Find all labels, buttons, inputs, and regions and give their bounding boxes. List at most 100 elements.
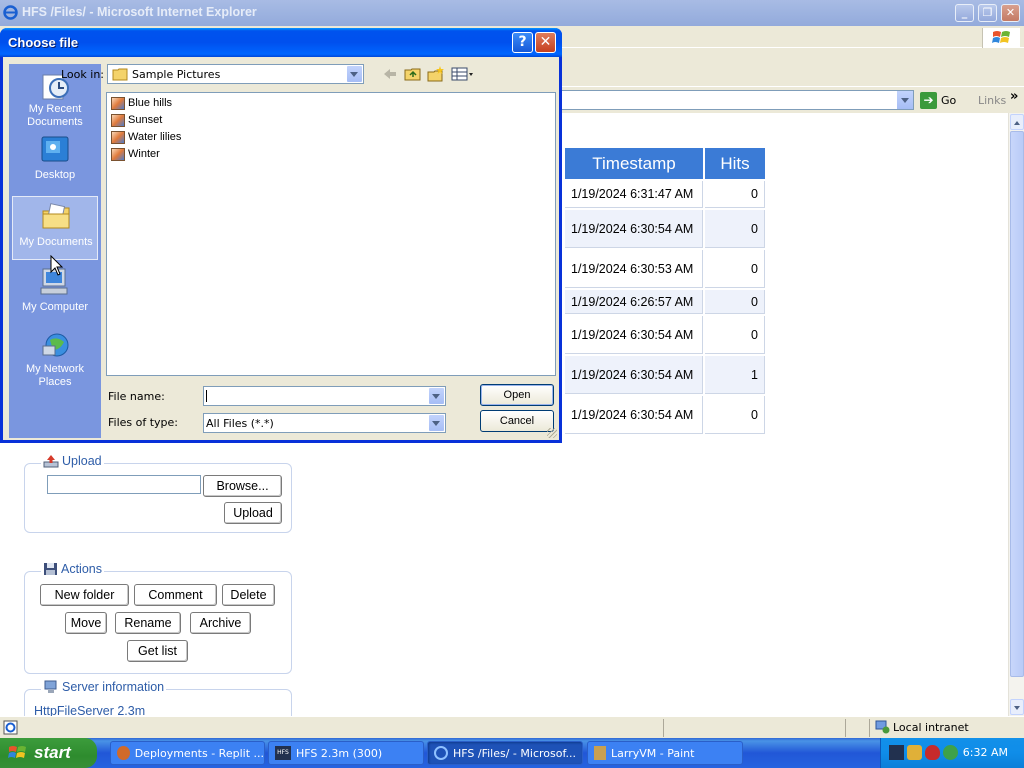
timestamp-cell: 1/19/2024 6:30:54 AM — [565, 210, 703, 248]
computer-icon — [44, 680, 57, 693]
move-button[interactable]: Move — [65, 612, 107, 634]
minimize-button[interactable]: _ — [955, 4, 974, 22]
open-button[interactable]: Open — [480, 384, 554, 406]
hfs-version[interactable]: HttpFileServer 2.3m — [34, 704, 145, 716]
file-name-dropdown-arrow[interactable] — [429, 388, 444, 404]
clock[interactable]: 6:32 AM — [963, 746, 1008, 759]
upload-file-input[interactable] — [47, 475, 201, 494]
security-shield-icon[interactable] — [925, 745, 940, 760]
upload-button[interactable]: Upload — [224, 502, 282, 524]
list-item[interactable]: Water lilies — [111, 129, 181, 145]
taskbar-item-ie[interactable]: HFS /Files/ - Microsof... — [427, 741, 583, 765]
comment-button[interactable]: Comment — [134, 584, 217, 606]
image-file-icon — [111, 113, 125, 127]
get-list-button[interactable]: Get list — [127, 640, 188, 662]
hits-column-header[interactable]: Hits — [705, 148, 765, 179]
windows-logo — [982, 28, 1020, 48]
choose-file-dialog: Choose file ? ✕ My Recent Documents Desk… — [0, 28, 562, 443]
look-in-dropdown-arrow[interactable] — [347, 66, 362, 82]
list-item[interactable]: Sunset — [111, 112, 162, 128]
address-dropdown[interactable] — [896, 91, 913, 109]
look-in-select[interactable]: Sample Pictures — [107, 64, 364, 84]
timestamp-cell: 1/19/2024 6:26:57 AM — [565, 290, 703, 314]
paint-icon — [594, 746, 606, 760]
views-menu-icon[interactable] — [451, 65, 475, 83]
page-scrollbar[interactable] — [1008, 113, 1024, 716]
timestamp-cell: 1/19/2024 6:30:54 AM — [565, 316, 703, 354]
taskbar-item-paint[interactable]: LarryVM - Paint — [587, 741, 743, 765]
hfs-tray-icon[interactable] — [889, 745, 904, 760]
list-item[interactable]: Winter — [111, 146, 160, 162]
file-name-input[interactable] — [203, 386, 446, 406]
my-documents-icon — [42, 203, 70, 229]
timestamp-column-header[interactable]: Timestamp — [565, 148, 703, 179]
image-file-icon — [111, 96, 125, 110]
hits-cell: 1 — [705, 356, 765, 394]
image-file-icon — [111, 147, 125, 161]
tray-app-icon[interactable] — [943, 745, 958, 760]
chevron-right-icon[interactable]: » — [1010, 89, 1018, 104]
files-of-type-label: Files of type: — [108, 416, 179, 429]
actions-panel: Actions New folder Comment Delete Move R… — [24, 562, 292, 674]
table-row: 1/19/2024 6:30:54 AM 0 — [565, 396, 765, 434]
new-folder-icon[interactable] — [427, 65, 445, 83]
place-network-places[interactable]: My Network Places — [12, 326, 98, 390]
taskbar-item-hfs[interactable]: HFS HFS 2.3m (300) — [268, 741, 424, 765]
scroll-thumb[interactable] — [1010, 131, 1024, 677]
dialog-close-button[interactable]: ✕ — [535, 32, 556, 53]
hits-cell: 0 — [705, 210, 765, 248]
list-item[interactable]: Blue hills — [111, 95, 172, 111]
resize-grip[interactable] — [547, 428, 557, 438]
new-folder-button[interactable]: New folder — [40, 584, 129, 606]
table-row: 1/19/2024 6:30:54 AM 1 — [565, 356, 765, 394]
security-zone: Local intranet — [874, 720, 969, 734]
hits-cell: 0 — [705, 181, 765, 208]
restore-button[interactable]: ❐ — [978, 4, 997, 22]
scroll-down-arrow[interactable] — [1010, 699, 1024, 715]
back-arrow-icon[interactable] — [381, 65, 399, 83]
cancel-button[interactable]: Cancel — [480, 410, 554, 432]
ie-icon — [434, 746, 448, 760]
places-bar: My Recent Documents Desktop My Documents… — [9, 64, 101, 438]
upload-icon — [43, 455, 59, 468]
timestamp-cell: 1/19/2024 6:30:54 AM — [565, 356, 703, 394]
dialog-title-bar[interactable]: Choose file ? ✕ — [0, 28, 562, 57]
windows-flag-icon — [992, 31, 1010, 43]
upload-panel: Upload Browse... Upload — [24, 454, 292, 533]
file-name-label: File name: — [108, 390, 165, 403]
browse-button[interactable]: Browse... — [203, 475, 282, 497]
actions-legend: Actions — [41, 562, 104, 576]
rename-button[interactable]: Rename — [115, 612, 181, 634]
hits-cell: 0 — [705, 396, 765, 434]
server-info-legend: Server information — [41, 680, 167, 694]
text-caret — [206, 390, 207, 402]
go-label: Go — [941, 94, 957, 107]
place-desktop[interactable]: Desktop — [12, 130, 98, 194]
scroll-up-arrow[interactable] — [1010, 114, 1024, 130]
file-list[interactable]: Blue hills Sunset Water lilies Winter — [106, 92, 556, 376]
go-button[interactable]: ➔ Go — [920, 91, 956, 110]
intranet-icon — [875, 720, 890, 734]
up-folder-icon[interactable] — [404, 65, 422, 83]
help-button[interactable]: ? — [512, 32, 533, 53]
table-row: 1/19/2024 6:30:53 AM 0 — [565, 250, 765, 288]
table-row: 1/19/2024 6:30:54 AM 0 — [565, 316, 765, 354]
go-arrow-icon: ➔ — [920, 92, 937, 109]
dialog-title: Choose file — [8, 35, 79, 50]
window-close-button[interactable]: ✕ — [1001, 4, 1020, 22]
hfs-icon: HFS — [275, 746, 291, 760]
taskbar-item-replit[interactable]: Deployments - Replit ... — [110, 741, 265, 765]
timestamp-cell: 1/19/2024 6:30:54 AM — [565, 396, 703, 434]
files-of-type-select[interactable]: All Files (*.*) — [203, 413, 446, 433]
network-tray-icon[interactable] — [907, 745, 922, 760]
delete-button[interactable]: Delete — [222, 584, 275, 606]
status-separator — [869, 719, 870, 737]
archive-button[interactable]: Archive — [190, 612, 251, 634]
place-my-documents[interactable]: My Documents — [12, 196, 98, 260]
system-tray: 6:32 AM — [880, 738, 1024, 768]
start-button[interactable]: start — [0, 738, 97, 768]
files-of-type-dropdown-arrow[interactable] — [429, 415, 444, 431]
links-label[interactable]: Links — [978, 94, 1006, 107]
look-in-label: Look in: — [61, 68, 104, 81]
address-input[interactable] — [560, 90, 914, 110]
